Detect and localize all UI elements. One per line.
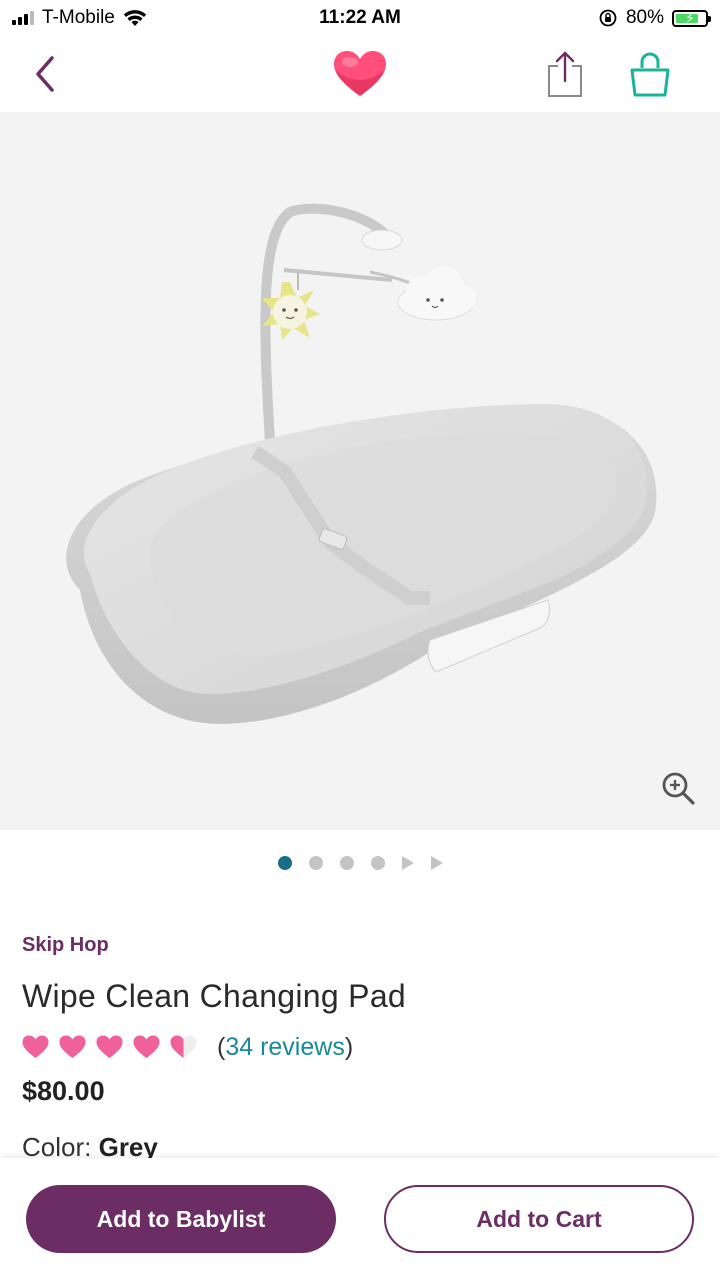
zoom-in-icon[interactable] (660, 770, 696, 806)
rating-heart-icon (22, 1035, 49, 1058)
action-bar: Add to Babylist Add to Cart (0, 1158, 720, 1280)
status-bar: T-Mobile 11:22 AM 80% ⚡ (0, 0, 720, 36)
status-time: 11:22 AM (319, 7, 401, 28)
shopping-bag-icon[interactable] (628, 50, 672, 98)
carousel-dot-4[interactable] (370, 856, 385, 870)
rating-heart-icon (170, 1035, 197, 1058)
status-left: T-Mobile (12, 7, 244, 29)
rating-hearts[interactable] (22, 1035, 197, 1059)
battery-percent: 80% (625, 7, 664, 28)
rating-heart-icon (96, 1035, 123, 1058)
reviews-text: (34 reviews) (217, 1032, 354, 1061)
image-carousel-dots (0, 856, 720, 870)
wifi-icon (123, 10, 147, 26)
battery-icon: ⚡ (672, 9, 711, 27)
carousel-dot-3[interactable] (339, 856, 354, 870)
carousel-dot-2[interactable] (308, 856, 323, 870)
product-title: Wipe Clean Changing Pad (22, 978, 407, 1014)
heart-logo-icon (334, 51, 386, 96)
product-image[interactable] (0, 112, 720, 830)
status-right: 80% ⚡ (476, 7, 711, 29)
rotation-lock-icon (599, 9, 617, 27)
nav-bar (0, 36, 720, 112)
signal-icon (12, 11, 34, 25)
carrier-label: T-Mobile (42, 7, 115, 28)
product-price: $80.00 (22, 1076, 105, 1106)
reviews-link[interactable]: 34 reviews (225, 1033, 345, 1061)
rating-row: (34 reviews) (22, 1030, 353, 1064)
cloud-toy (397, 266, 476, 321)
add-to-babylist-button[interactable]: Add to Babylist (26, 1185, 336, 1253)
video-indicator-icon[interactable] (430, 856, 443, 870)
rating-heart-icon (59, 1035, 86, 1058)
chevron-left-icon[interactable] (28, 52, 68, 96)
changing-pad-illustration (66, 203, 657, 724)
share-icon[interactable] (544, 50, 586, 98)
rating-heart-icon (133, 1035, 160, 1058)
video-indicator-icon[interactable] (401, 856, 414, 870)
brand-link[interactable]: Skip Hop (22, 934, 109, 957)
add-to-cart-button[interactable]: Add to Cart (384, 1185, 694, 1253)
carousel-dot-1[interactable] (277, 856, 292, 870)
